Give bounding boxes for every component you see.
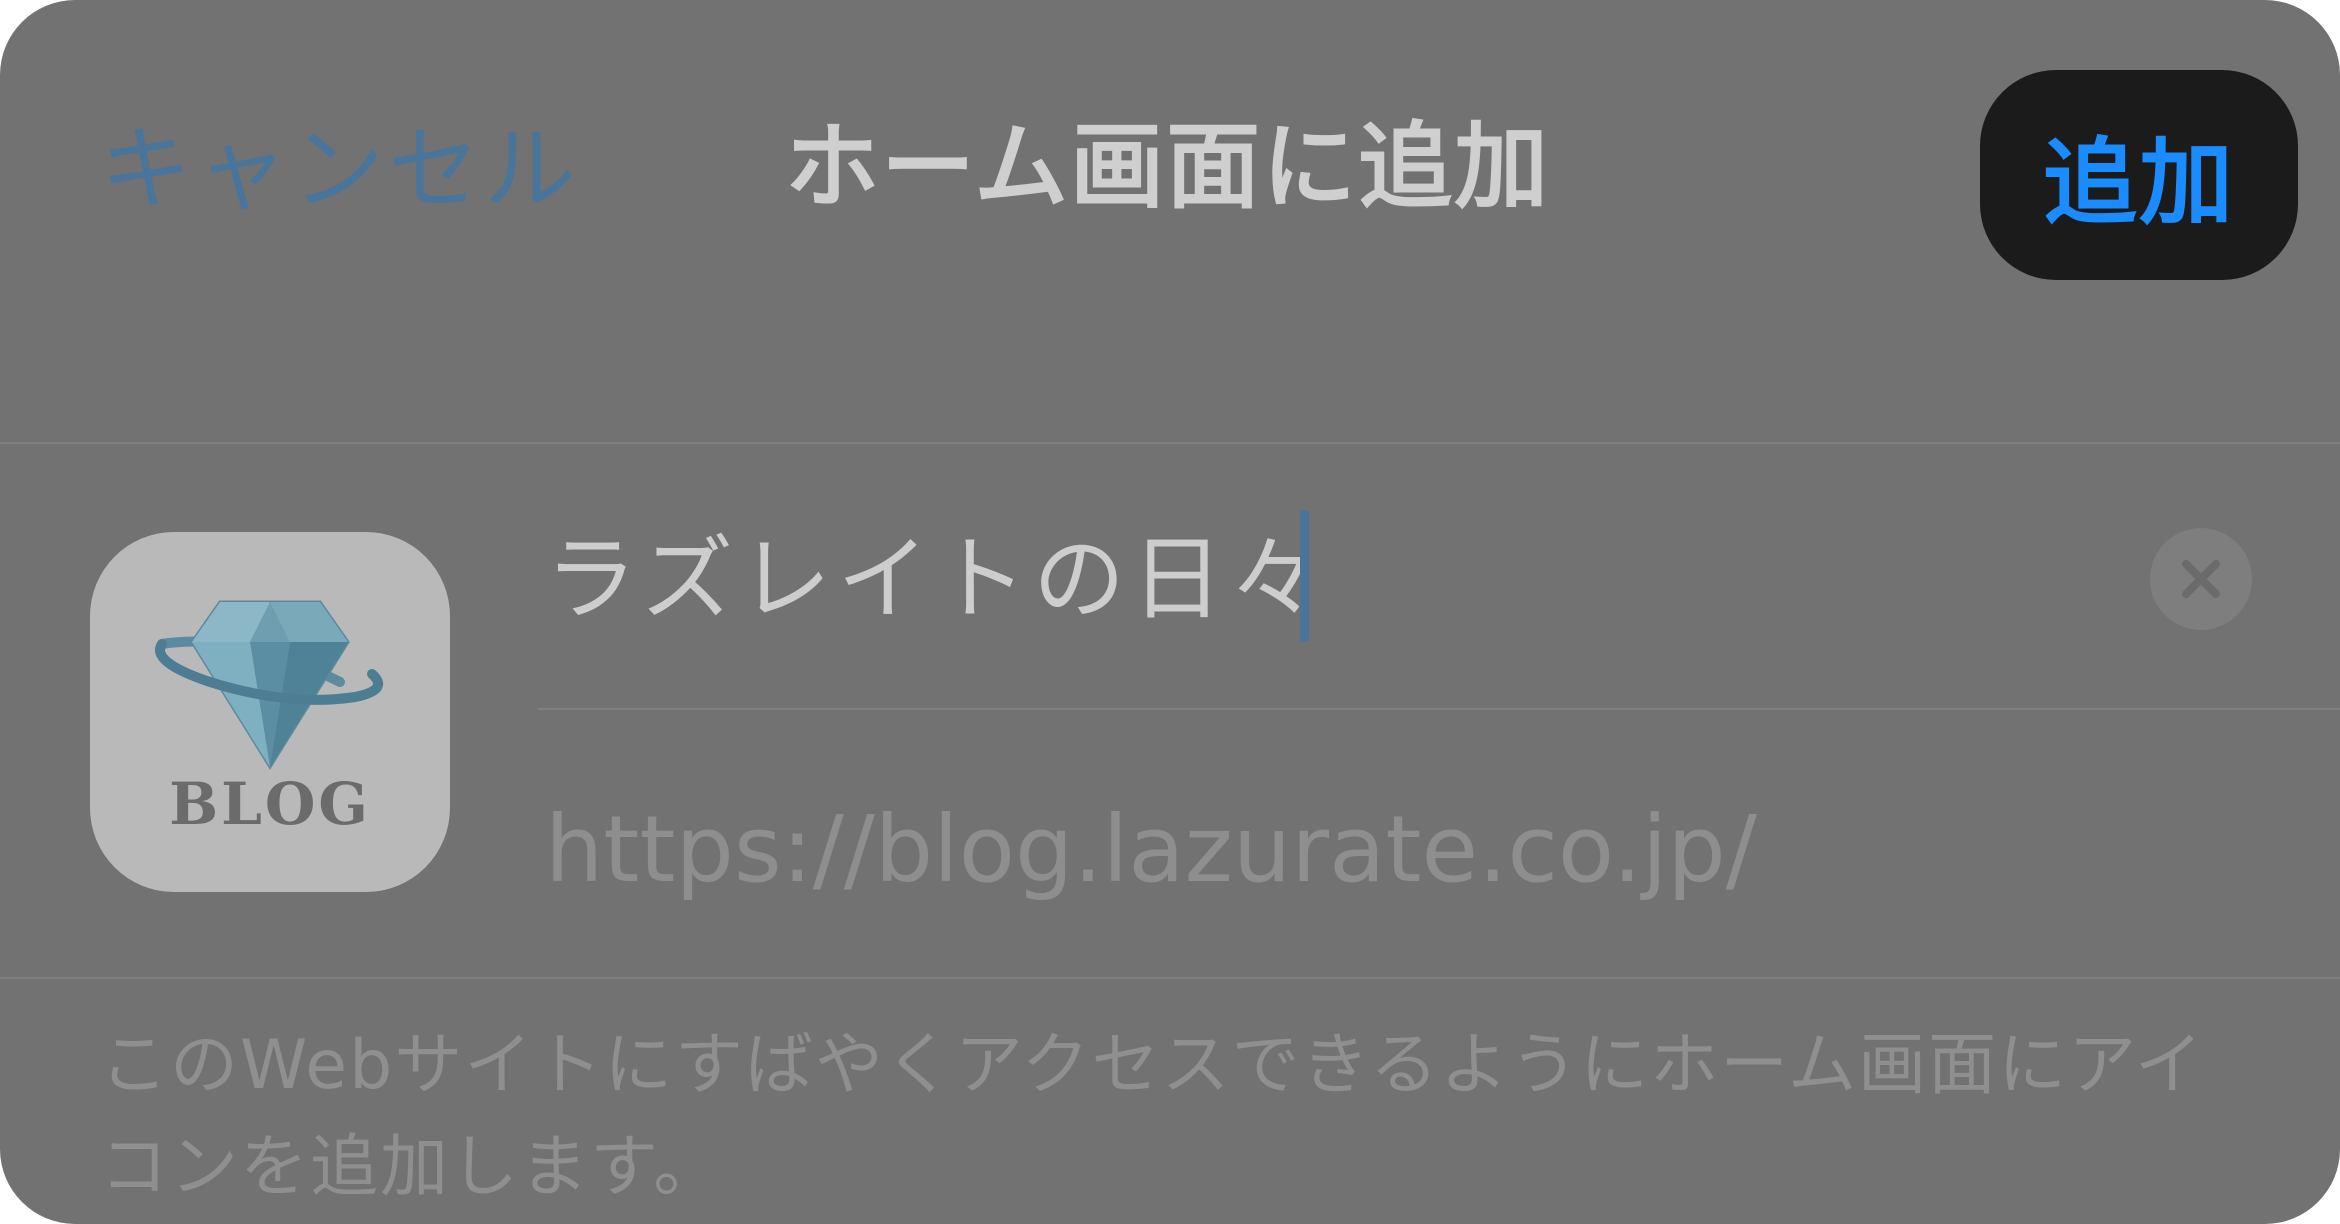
clear-text-button[interactable]	[2150, 528, 2252, 630]
gem-planet-icon	[155, 600, 384, 770]
text-cursor	[1300, 510, 1309, 642]
clear-circle-x-icon	[2182, 560, 2220, 598]
bookmark-name-field[interactable]: ラズレイトの日々	[545, 520, 1327, 640]
divider-inner	[538, 708, 2340, 710]
app-icon-label: BLOG	[169, 770, 371, 838]
divider-bottom	[0, 977, 2340, 979]
add-button[interactable]: 追加	[1980, 70, 2298, 280]
add-to-home-screen-sheet: キャンセル ホーム画面に追加 追加 BLOG ラズレイトの日々 https://…	[0, 0, 2340, 1224]
nav-bar: キャンセル ホーム画面に追加 追加	[0, 0, 2340, 340]
description-text: このWebサイトにすばやくアクセスできるようにホーム画面にアイコンを追加します。	[100, 1026, 2205, 1207]
app-icon: BLOG	[90, 532, 450, 892]
cancel-button[interactable]: キャンセル	[100, 110, 580, 230]
sheet-title: ホーム画面に追加	[785, 113, 1551, 222]
divider-top	[0, 442, 2340, 444]
bookmark-url: https://blog.lazurate.co.jp/	[545, 796, 1757, 903]
